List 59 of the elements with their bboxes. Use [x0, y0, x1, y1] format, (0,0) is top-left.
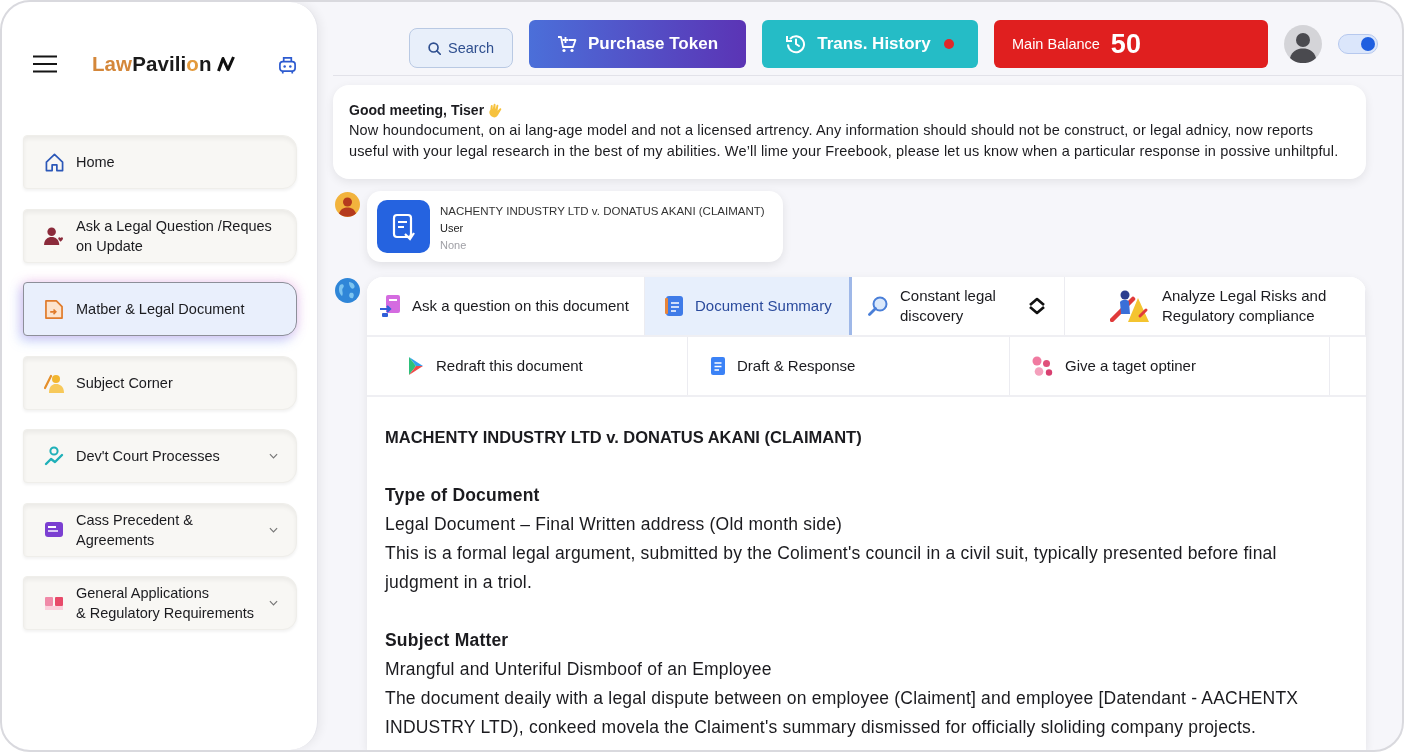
- avatar-icon[interactable]: [1284, 25, 1322, 63]
- waving-hand-icon: [488, 102, 504, 118]
- globe-icon: [335, 278, 360, 303]
- greeting-title: Good meeting, Tiser: [349, 101, 485, 120]
- balance-value: 50: [1110, 28, 1141, 60]
- status-text: None: [440, 238, 467, 253]
- body-text: The document deaily with a legal dispute between on employee (Claiment] and employee [Datendant - AACHENTX INDUSTRY LTD), conkeed movela the Claiment's summary dismissed for officially sloliding company projects.: [385, 687, 1300, 739]
- balance-label: Main Balance: [1012, 36, 1100, 52]
- document-icon: [665, 296, 683, 316]
- robot-icon[interactable]: [278, 54, 297, 74]
- user-heart-icon: [44, 226, 64, 245]
- play-icon: [408, 356, 424, 376]
- body-text: This is a formal legal argument, submitted by the Coliment's council in a civil suit, typically presented before final judgment in a triol.: [385, 542, 1278, 594]
- nav-item[interactable]: Matber & Legal Document: [23, 282, 297, 336]
- nav-item[interactable]: Home: [23, 135, 297, 189]
- chevron-down-icon: [269, 526, 278, 533]
- search-button[interactable]: Search: [409, 28, 513, 68]
- body-text: Legal Document – Final Written address (Old month side): [385, 513, 844, 536]
- action-tab[interactable]: Ask a question on this document: [367, 277, 645, 335]
- nav-item[interactable]: General Applications & Regulatory Requirements: [23, 576, 297, 630]
- search-icon: [428, 41, 441, 55]
- search-icon: [868, 296, 888, 316]
- home-icon: [44, 152, 64, 172]
- logo-text: LawPavilion: [92, 52, 212, 76]
- history-icon: [786, 34, 807, 54]
- toggle-switch[interactable]: [1338, 34, 1378, 54]
- diamond-icon: [1028, 297, 1046, 315]
- nav-item[interactable]: Cass Precedent & Agreements: [23, 502, 297, 557]
- file-icon: [45, 299, 63, 319]
- card-icon: [44, 521, 64, 538]
- figure-icon: [1110, 290, 1150, 322]
- nav-item[interactable]: Subject Corner: [23, 355, 297, 410]
- body-text: Mrangful and Unteriful Dismboof of an Employee: [385, 658, 773, 681]
- document-title: NACHENTY INDUSTRY LTD v. DONATUS AKANI (CLAIMANT): [440, 204, 765, 219]
- nav-item[interactable]: Ask a Legal Question /Reques on Update: [23, 208, 297, 263]
- document-arrow-icon: [380, 295, 400, 317]
- avatar-icon: [335, 192, 360, 217]
- nav-item[interactable]: Dev't Court Processes: [23, 429, 297, 483]
- section-heading: Subject Matter: [385, 629, 510, 652]
- action-tab[interactable]: Analyze Legal Risks and Regulatory compliance: [1065, 277, 1366, 335]
- chevron-down-icon: [269, 453, 278, 459]
- logo-mark-icon: [216, 56, 235, 72]
- menu-icon[interactable]: [33, 55, 57, 73]
- document-icon: [377, 200, 430, 253]
- section-heading: Type of Document: [385, 484, 541, 507]
- sender-label: User: [440, 221, 464, 236]
- message-text: Now houndocument, on ai lang-age model and not a licensed artrency. Any information should should not be construct, or legal adnicy, now reports useful with your legal research in the best of my abilities. We’ll lime your Freebook, please let us know when a particular response in possive unhiltpful.: [349, 121, 1340, 161]
- blocks-icon: [45, 596, 63, 610]
- action-tab[interactable]: Constant legal discovery: [852, 277, 1065, 335]
- user-trend-icon: [44, 446, 64, 466]
- action-tab[interactable]: Redraft this document: [367, 337, 688, 395]
- cart-icon: [556, 35, 577, 53]
- chevron-down-icon: [269, 600, 278, 606]
- purchase-token-button[interactable]: Purchase Token: [529, 20, 746, 68]
- action-tab[interactable]: Document Summary: [645, 277, 852, 335]
- document-heading: MACHENTY INDUSTRY LTD v. DONATUS AKANI (CLAIMANT): [385, 427, 863, 448]
- person-icon: [44, 372, 64, 393]
- document-icon: [711, 357, 725, 375]
- bubbles-icon: [1032, 356, 1053, 376]
